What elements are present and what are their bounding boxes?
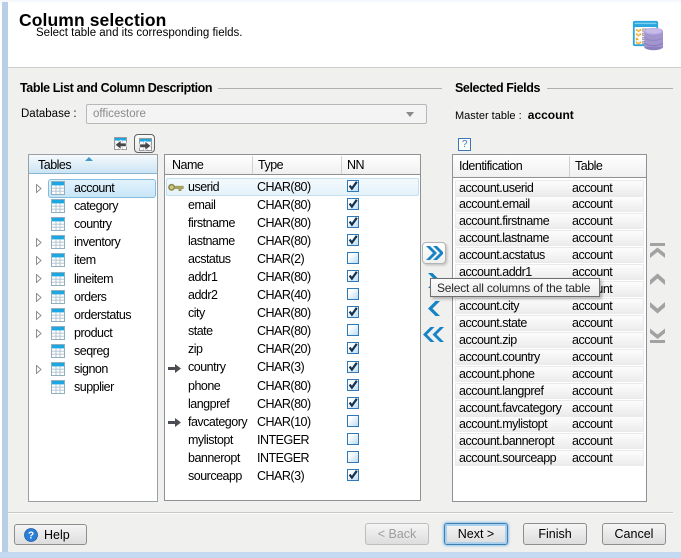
svg-text:?: ? bbox=[28, 531, 34, 542]
